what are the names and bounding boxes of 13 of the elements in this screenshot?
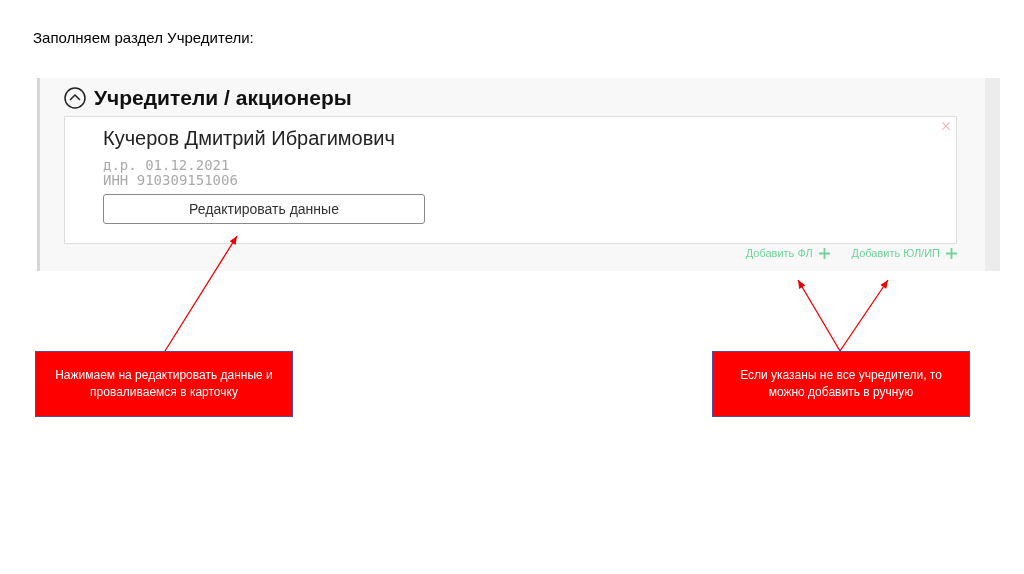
inn-text: ИНН 910309151006	[103, 173, 238, 188]
founder-name: Кучеров Дмитрий Ибрагимович	[103, 127, 395, 150]
slide-title: Заполняем раздел Учредители:	[33, 29, 254, 46]
callout-text: Если указаны не все учредители, то можно добавить в ручную	[739, 367, 943, 401]
plus-icon	[818, 247, 830, 259]
collapse-icon[interactable]	[64, 87, 86, 109]
add-link[interactable]: Добавить ФЛ	[745, 247, 830, 259]
section-title: Учредители / акционеры	[94, 86, 352, 110]
add-link[interactable]: Добавить ЮЛ/ИП	[851, 247, 957, 259]
birth-date: д.р. 01.12.2021	[103, 158, 230, 173]
callout-text: Нажимаем на редактировать данные и проваливаемся в карточку	[54, 367, 274, 401]
edit-button[interactable]: Редактировать данные	[103, 194, 425, 224]
plus-icon	[946, 247, 957, 259]
